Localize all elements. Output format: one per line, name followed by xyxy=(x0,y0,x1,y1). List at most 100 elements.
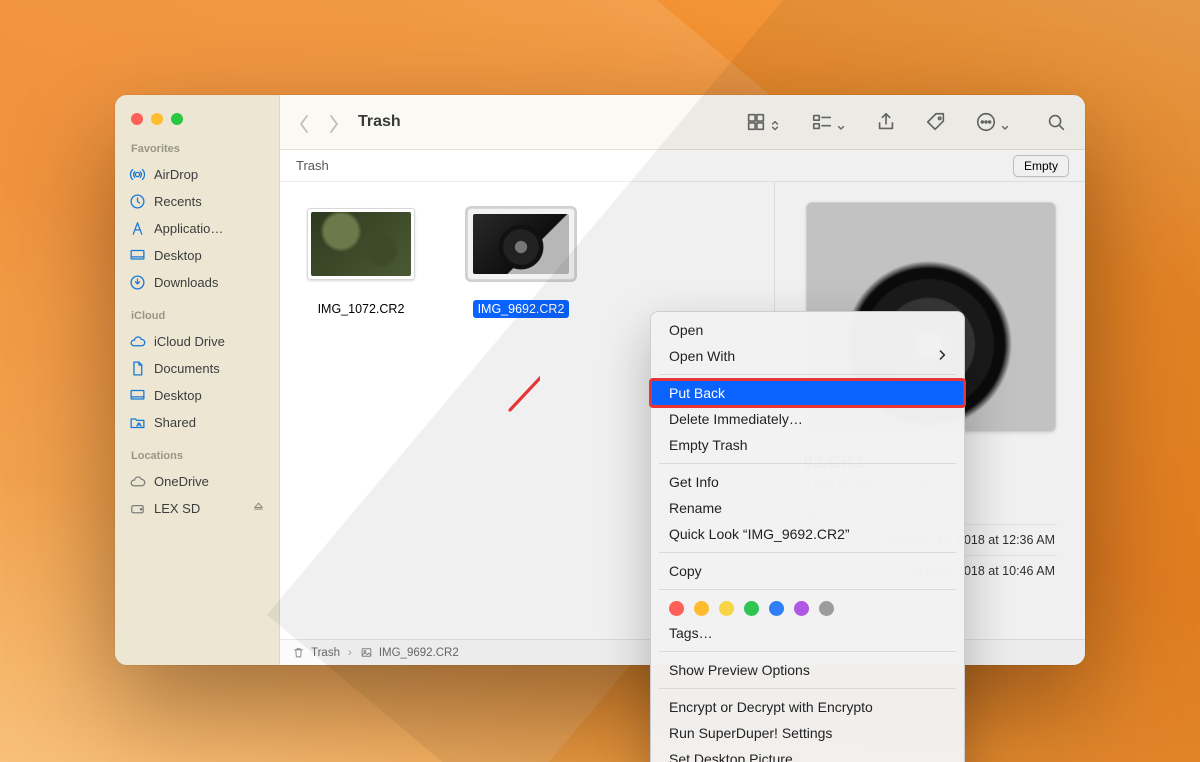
context-menu-item-set-desktop-picture[interactable]: Set Desktop Picture xyxy=(651,746,964,762)
context-menu-separator xyxy=(659,688,956,689)
sidebar: Favorites AirDrop Recents Applicatio… De… xyxy=(115,95,280,665)
tag-color-purple[interactable] xyxy=(794,601,809,616)
sidebar-item-downloads[interactable]: Downloads xyxy=(115,269,279,296)
path-separator-icon xyxy=(346,647,354,659)
tag-color-red[interactable] xyxy=(669,601,684,616)
sidebar-item-applications[interactable]: Applicatio… xyxy=(115,215,279,242)
context-menu-item-superduper[interactable]: Run SuperDuper! Settings xyxy=(651,720,964,746)
cloud-icon xyxy=(129,333,146,350)
eject-icon[interactable] xyxy=(252,501,265,517)
shared-folder-icon xyxy=(129,414,146,431)
tag-color-yellow[interactable] xyxy=(719,601,734,616)
context-menu-tag-colors xyxy=(651,595,964,620)
desktop-icon xyxy=(129,387,146,404)
sidebar-item-label: Shared xyxy=(154,415,196,430)
context-menu-separator xyxy=(659,651,956,652)
context-menu: Open Open With Put Back Delete Immediate… xyxy=(650,311,965,762)
applications-icon xyxy=(129,220,146,237)
chevron-down-icon xyxy=(837,118,845,126)
context-menu-item-rename[interactable]: Rename xyxy=(651,495,964,521)
desktop-icon xyxy=(129,247,146,264)
sidebar-item-label: Desktop xyxy=(154,248,202,263)
tag-color-blue[interactable] xyxy=(769,601,784,616)
context-menu-item-delete-immediately[interactable]: Delete Immediately… xyxy=(651,406,964,432)
sidebar-item-label: Applicatio… xyxy=(154,221,223,236)
file-item[interactable]: IMG_1072.CR2 xyxy=(296,208,426,613)
sidebar-section-icloud: iCloud xyxy=(115,306,279,328)
sidebar-item-onedrive[interactable]: OneDrive xyxy=(115,468,279,495)
grid-icon xyxy=(745,111,767,133)
view-icons-button[interactable] xyxy=(745,111,779,133)
sidebar-item-lex-sd[interactable]: LEX SD xyxy=(115,495,279,522)
sidebar-item-label: iCloud Drive xyxy=(154,334,225,349)
context-menu-separator xyxy=(659,552,956,553)
context-menu-item-copy[interactable]: Copy xyxy=(651,558,964,584)
window-controls xyxy=(115,103,279,139)
sidebar-item-airdrop[interactable]: AirDrop xyxy=(115,161,279,188)
context-menu-item-empty-trash[interactable]: Empty Trash xyxy=(651,432,964,458)
sidebar-item-shared[interactable]: Shared xyxy=(115,409,279,436)
context-menu-item-put-back[interactable]: Put Back xyxy=(651,380,964,406)
context-menu-item-tags[interactable]: Tags… xyxy=(651,620,964,646)
sidebar-section-favorites: Favorites xyxy=(115,139,279,161)
more-icon xyxy=(975,111,997,133)
close-icon[interactable] xyxy=(131,113,143,125)
sidebar-item-label: LEX SD xyxy=(154,501,200,516)
desktop-background: Favorites AirDrop Recents Applicatio… De… xyxy=(0,0,1200,762)
sidebar-item-recents[interactable]: Recents xyxy=(115,188,279,215)
sidebar-item-label: OneDrive xyxy=(154,474,209,489)
trash-icon xyxy=(292,646,305,659)
group-by-button[interactable] xyxy=(811,111,845,133)
cloud-icon xyxy=(129,473,146,490)
sidebar-item-label: Downloads xyxy=(154,275,218,290)
context-menu-separator xyxy=(659,463,956,464)
sidebar-item-label: Documents xyxy=(154,361,220,376)
file-thumbnail xyxy=(307,208,415,280)
window-title: Trash xyxy=(358,113,401,131)
empty-trash-button[interactable]: Empty xyxy=(1013,155,1069,177)
tags-button[interactable] xyxy=(925,111,947,133)
downloads-icon xyxy=(129,274,146,291)
context-menu-item-encrypto[interactable]: Encrypt or Decrypt with Encrypto xyxy=(651,694,964,720)
airdrop-icon xyxy=(129,166,146,183)
sidebar-item-label: AirDrop xyxy=(154,167,198,182)
clock-icon xyxy=(129,193,146,210)
location-header: Trash Empty xyxy=(280,150,1085,182)
chevron-updown-icon xyxy=(771,118,779,126)
context-menu-separator xyxy=(659,374,956,375)
file-thumbnail xyxy=(467,208,575,280)
path-segment[interactable]: Trash xyxy=(311,647,340,659)
sidebar-item-desktop[interactable]: Desktop xyxy=(115,242,279,269)
context-menu-item-open[interactable]: Open xyxy=(651,317,964,343)
sidebar-item-documents[interactable]: Documents xyxy=(115,355,279,382)
sidebar-item-label: Desktop xyxy=(154,388,202,403)
chevron-right-icon xyxy=(938,348,946,364)
path-segment[interactable]: IMG_9692.CR2 xyxy=(379,647,459,659)
document-icon xyxy=(129,360,146,377)
share-button[interactable] xyxy=(875,111,897,133)
file-item-selected[interactable]: IMG_9692.CR2 xyxy=(456,208,586,613)
actions-button[interactable] xyxy=(975,111,1009,133)
tag-color-orange[interactable] xyxy=(694,601,709,616)
context-menu-separator xyxy=(659,589,956,590)
context-menu-item-open-with[interactable]: Open With xyxy=(651,343,964,369)
zoom-icon[interactable] xyxy=(171,113,183,125)
image-file-icon xyxy=(360,646,373,659)
file-name: IMG_1072.CR2 xyxy=(313,300,410,318)
disk-icon xyxy=(129,500,146,517)
file-name: IMG_9692.CR2 xyxy=(473,300,570,318)
tag-color-green[interactable] xyxy=(744,601,759,616)
sidebar-section-locations: Locations xyxy=(115,446,279,468)
forward-button[interactable] xyxy=(328,114,340,130)
back-button[interactable] xyxy=(298,114,310,130)
location-title: Trash xyxy=(296,158,329,173)
sidebar-item-label: Recents xyxy=(154,194,202,209)
minimize-icon[interactable] xyxy=(151,113,163,125)
sidebar-item-desktop-icloud[interactable]: Desktop xyxy=(115,382,279,409)
search-button[interactable] xyxy=(1045,111,1067,133)
sidebar-item-icloud-drive[interactable]: iCloud Drive xyxy=(115,328,279,355)
context-menu-item-get-info[interactable]: Get Info xyxy=(651,469,964,495)
context-menu-item-quick-look[interactable]: Quick Look “IMG_9692.CR2” xyxy=(651,521,964,547)
tag-color-gray[interactable] xyxy=(819,601,834,616)
context-menu-item-show-preview-options[interactable]: Show Preview Options xyxy=(651,657,964,683)
